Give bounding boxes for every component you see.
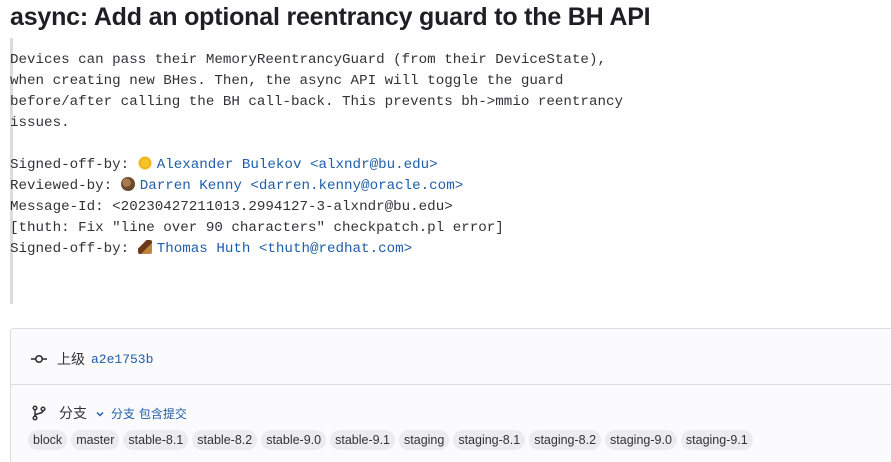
commit-message-line: Devices can pass their MemoryReentrancyG… [10, 52, 606, 68]
branch-badge[interactable]: staging-9.1 [680, 430, 753, 450]
branches-toggle-label: 分支 包含提交 [111, 406, 187, 421]
trailer-note: [thuth: Fix "line over 90 characters" ch… [10, 220, 504, 236]
branches-toggle-button[interactable]: 分支 包含提交 [95, 405, 187, 422]
reviewer-email-link[interactable]: <darren.kenny@oracle.com> [242, 178, 463, 194]
user-photo-avatar-icon[interactable] [137, 240, 152, 254]
branch-badge[interactable]: stable-9.1 [330, 430, 396, 450]
branch-badge[interactable]: block [28, 430, 68, 450]
branch-badge[interactable]: stable-8.2 [192, 430, 258, 450]
trailer-reviewed-by: Reviewed-by: Darren Kenny <darren.kenny@… [10, 176, 623, 197]
committer-link[interactable]: Thomas Huth [157, 241, 251, 257]
parent-label: 上级 [57, 352, 85, 368]
trailer-label: Signed-off-by: [10, 241, 138, 257]
committer-email-link[interactable]: <thuth@redhat.com> [250, 241, 412, 257]
trailer-signed-off-by: Signed-off-by: Alexander Bulekov <alxndr… [10, 155, 623, 176]
branches-row: 分支 分支 包含提交 [31, 403, 187, 423]
branches-label: 分支 [59, 406, 87, 422]
trailer-label: Reviewed-by: [10, 178, 121, 194]
branch-badge[interactable]: staging-8.2 [529, 430, 602, 450]
reviewer-link[interactable]: Darren Kenny [140, 178, 242, 194]
trailer-label: Signed-off-by: [10, 157, 138, 173]
branch-badge[interactable]: master [71, 430, 120, 450]
commit-page: async: Add an optional reentrancy guard … [0, 0, 891, 462]
user-photo-avatar-icon[interactable] [120, 177, 135, 191]
branch-badge-list: block master stable-8.1 stable-8.2 stabl… [28, 430, 753, 450]
branch-badge[interactable]: staging-9.0 [605, 430, 677, 450]
commit-icon [31, 351, 47, 367]
trailer-message-id: Message-Id: <20230427211013.2994127-3-al… [10, 199, 453, 215]
commit-title: async: Add an optional reentrancy guard … [10, 3, 651, 31]
branch-badge[interactable]: staging [399, 430, 450, 450]
commit-message: Devices can pass their MemoryReentrancyG… [10, 50, 623, 260]
panel-divider [11, 384, 891, 385]
branch-badge[interactable]: stable-9.0 [261, 430, 327, 450]
branch-badge[interactable]: staging-8.1 [453, 430, 526, 450]
author-email-link[interactable]: <alxndr@bu.edu> [301, 157, 438, 173]
commit-message-line: issues. [10, 115, 70, 131]
branch-badge[interactable]: stable-8.1 [123, 430, 189, 450]
trailer-signed-off-by: Signed-off-by: Thomas Huth <thuth@redhat… [10, 239, 623, 260]
branch-icon [31, 405, 47, 421]
commit-message-line: when creating new BHes. Then, the async … [10, 73, 564, 89]
author-link[interactable]: Alexander Bulekov [157, 157, 302, 173]
commit-message-line: before/after calling the BH call-back. T… [10, 94, 623, 110]
sun-avatar-icon[interactable] [137, 156, 152, 170]
chevron-down-icon [95, 408, 105, 418]
commit-info-panel: 上级 a2e1753b 分支 分支 包含提交 block master stab… [10, 328, 891, 462]
parent-sha-link[interactable]: a2e1753b [91, 352, 153, 367]
parent-commit-row: 上级 a2e1753b [31, 349, 153, 369]
